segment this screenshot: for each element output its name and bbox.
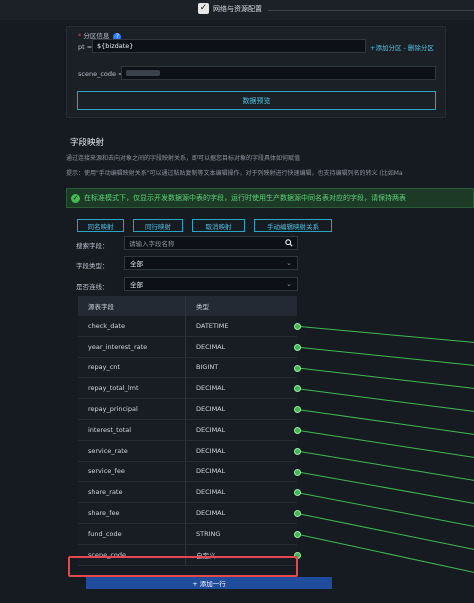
- source-field-name: service_rate: [78, 440, 186, 461]
- table-row[interactable]: service_fee DECIMAL: [78, 461, 297, 483]
- connector-handle[interactable]: [294, 447, 301, 455]
- table-row[interactable]: service_rate DECIMAL: [78, 440, 297, 462]
- mapping-line[interactable]: [297, 533, 474, 573]
- source-field-type: DECIMAL: [196, 405, 226, 414]
- source-field-type: BIGINT: [196, 363, 219, 372]
- mapping-line[interactable]: [297, 367, 474, 389]
- table-row[interactable]: check_date DATETIME: [78, 316, 297, 337]
- connector-handle[interactable]: [294, 364, 301, 372]
- source-field-type: STRING: [196, 529, 221, 538]
- source-field-name: share_rate: [78, 482, 186, 503]
- mapping-line[interactable]: [297, 471, 474, 504]
- source-fields-table: 源表字段 类型 check_date DATETIME year_interest_…: [78, 296, 297, 566]
- source-field-name: fund_code: [78, 523, 186, 544]
- source-field-type: DECIMAL: [196, 425, 226, 434]
- source-field-type: DATETIME: [196, 321, 229, 330]
- mapping-line[interactable]: [297, 325, 474, 343]
- table-row[interactable]: repay_total_lmt DECIMAL: [78, 378, 297, 400]
- mapping-line[interactable]: [297, 409, 474, 435]
- source-field-type: DECIMAL: [196, 446, 226, 455]
- source-field-name: repay_total_lmt: [78, 378, 186, 399]
- mapping-line[interactable]: [297, 388, 474, 412]
- header-type: 类型: [196, 303, 209, 311]
- connector-handle[interactable]: [294, 468, 301, 476]
- source-field-name: repay_cnt: [78, 357, 186, 378]
- table-row[interactable]: repay_cnt BIGINT: [78, 357, 297, 379]
- source-field-name: interest_total: [78, 419, 186, 440]
- connector-handle[interactable]: [294, 530, 301, 538]
- mapping-line[interactable]: [297, 429, 474, 458]
- mapping-line[interactable]: [297, 492, 474, 527]
- mapping-line[interactable]: [297, 513, 474, 550]
- source-field-type: DECIMAL: [196, 488, 226, 497]
- mapping-line[interactable]: [297, 346, 474, 366]
- table-row[interactable]: interest_total DECIMAL: [78, 419, 297, 441]
- source-field-name: share_fee: [78, 503, 186, 523]
- table-row[interactable]: share_rate DECIMAL: [78, 482, 297, 504]
- source-field-name: year_interest_rate: [78, 336, 186, 357]
- table-row[interactable]: repay_principal DECIMAL: [78, 399, 297, 420]
- table-row[interactable]: share_fee DECIMAL: [78, 503, 297, 524]
- table-header: 源表字段 类型: [78, 296, 297, 316]
- header-source-field: 源表字段: [78, 296, 186, 316]
- source-field-name: service_fee: [78, 461, 186, 482]
- source-field-type: DECIMAL: [196, 467, 226, 476]
- source-field-type: DECIMAL: [196, 342, 226, 351]
- source-field-type: DECIMAL: [196, 384, 226, 393]
- mapping-line[interactable]: [297, 450, 474, 481]
- connector-handle[interactable]: [294, 322, 301, 330]
- connector-handle[interactable]: [294, 426, 301, 434]
- highlight-box: [68, 556, 298, 577]
- source-field-name: check_date: [78, 316, 186, 336]
- add-row-button[interactable]: + 添加一行: [86, 577, 332, 589]
- source-field-name: repay_principal: [78, 399, 186, 419]
- connector-handle[interactable]: [294, 343, 301, 351]
- table-row[interactable]: year_interest_rate DECIMAL: [78, 336, 297, 358]
- table-row[interactable]: fund_code STRING: [78, 523, 297, 545]
- source-field-type: DECIMAL: [196, 509, 226, 518]
